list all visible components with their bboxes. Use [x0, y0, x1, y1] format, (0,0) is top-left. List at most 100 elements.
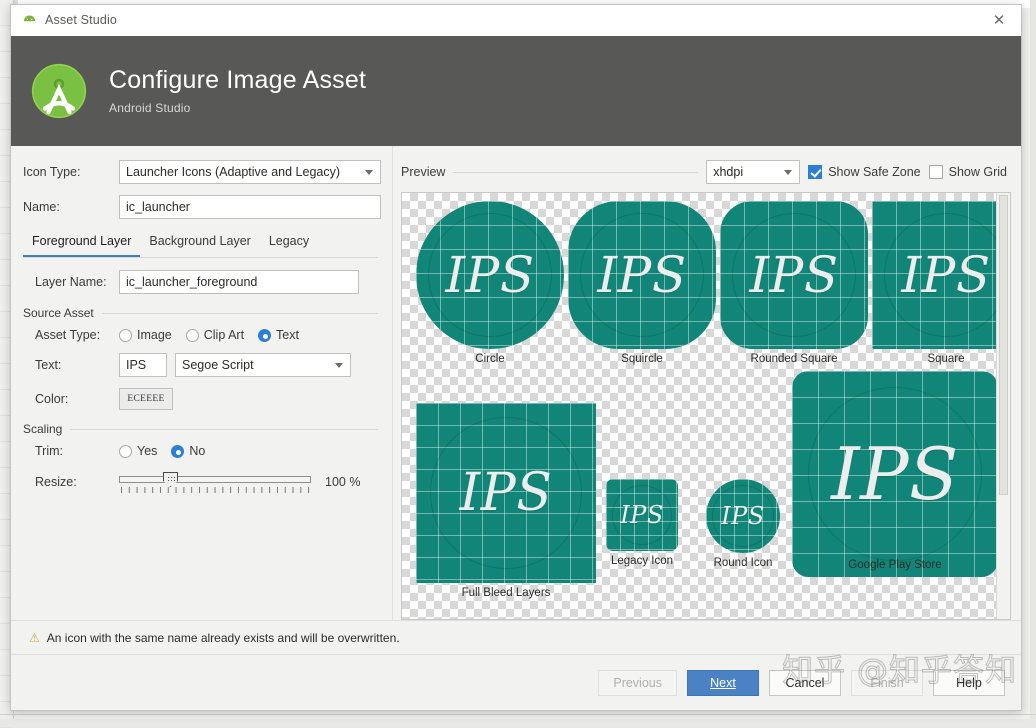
tile-caption: Circle: [416, 353, 564, 365]
preview-checkerboard: IPS Circle IPS Squircle: [402, 193, 996, 619]
color-swatch-button[interactable]: ECEEEE: [119, 388, 173, 410]
trim-label: Trim:: [23, 444, 119, 458]
color-value: ECEEEE: [127, 394, 164, 404]
group-divider: [102, 313, 378, 314]
text-input[interactable]: IPS: [119, 353, 167, 377]
previous-button[interactable]: Previous: [598, 670, 677, 696]
radio-dot-icon: [119, 329, 132, 342]
icon-text: IPS: [620, 501, 664, 529]
tab-background-layer[interactable]: Background Layer: [140, 230, 259, 257]
preview-tile-squircle[interactable]: IPS Squircle: [568, 201, 716, 349]
dialog-body: Icon Type: Launcher Icons (Adaptive and …: [11, 146, 1021, 620]
scrollbar-thumb[interactable]: [999, 195, 1008, 495]
icon-text: IPS: [597, 246, 686, 304]
name-row: Name: ic_launcher: [11, 195, 392, 219]
checkbox-icon: [929, 165, 943, 179]
radio-trim-no[interactable]: No: [171, 444, 205, 458]
radio-dot-icon: [119, 445, 132, 458]
radio-asset-type-text[interactable]: Text: [258, 328, 299, 342]
text-label: Text:: [23, 358, 119, 372]
preview-divider: [453, 172, 698, 173]
tabs-divider: [23, 257, 378, 258]
warning-triangle-icon: ⚠: [29, 631, 40, 645]
radio-dot-icon: [171, 445, 184, 458]
font-select[interactable]: Segoe Script: [175, 353, 351, 377]
preview-tile-full-bleed-layers[interactable]: IPS Full Bleed Layers: [416, 403, 596, 583]
next-button-label: Next: [710, 676, 736, 690]
show-safe-zone-checkbox[interactable]: Show Safe Zone: [808, 165, 920, 179]
color-row: Color: ECEEEE: [11, 388, 392, 410]
resize-row: Resize: 100 %: [11, 469, 392, 495]
icon-art: IPS: [416, 201, 564, 349]
slider-track[interactable]: [119, 476, 311, 483]
asset-studio-dialog: Asset Studio ✕ Configure Image Asset And…: [10, 4, 1022, 711]
dialog-footer: Previous Next Cancel Finish Help 知乎 @知乎答…: [11, 654, 1021, 710]
preview-scrollbar[interactable]: [996, 193, 1010, 619]
chevron-down-icon: [365, 170, 373, 175]
color-label: Color:: [23, 392, 119, 406]
layer-name-row: Layer Name: ic_launcher_foreground: [11, 270, 392, 294]
asset-type-row: Asset Type: Image Clip Art Text: [11, 328, 392, 342]
trim-radio-group: Yes No: [119, 444, 205, 458]
radio-label: Text: [276, 328, 299, 342]
icon-art: IPS: [416, 403, 596, 583]
radio-asset-type-image[interactable]: Image: [119, 328, 172, 342]
source-asset-group: Source Asset: [23, 306, 378, 320]
name-input[interactable]: ic_launcher: [119, 195, 381, 219]
tab-legacy[interactable]: Legacy: [260, 230, 318, 257]
scaling-group: Scaling: [23, 422, 378, 436]
preview-panel: Preview xhdpi Show Safe Zone Show Grid: [393, 146, 1021, 620]
layer-name-input[interactable]: ic_launcher_foreground: [119, 270, 359, 294]
preview-tile-round-icon[interactable]: IPS Round Icon: [706, 479, 780, 553]
help-button[interactable]: Help: [933, 670, 1005, 696]
warning-bar: ⚠ An icon with the same name already exi…: [11, 620, 1021, 654]
tile-caption: Legacy Icon: [606, 555, 678, 567]
layer-name-value: ic_launcher_foreground: [126, 275, 257, 289]
density-select[interactable]: xhdpi: [706, 160, 800, 184]
slider-thumb[interactable]: [163, 472, 178, 487]
layer-tabs: Foreground Layer Background Layer Legacy: [11, 230, 392, 257]
icon-type-select[interactable]: Launcher Icons (Adaptive and Legacy): [119, 160, 381, 184]
preview-tile-circle[interactable]: IPS Circle: [416, 201, 564, 349]
android-icon: [21, 12, 38, 29]
name-value: ic_launcher: [126, 200, 190, 214]
tile-caption: Google Play Store: [792, 559, 998, 571]
close-icon[interactable]: ✕: [977, 5, 1021, 36]
radio-label: No: [189, 444, 205, 458]
tile-caption: Squircle: [568, 353, 716, 365]
icon-type-value: Launcher Icons (Adaptive and Legacy): [126, 165, 340, 179]
icon-text: IPS: [831, 432, 959, 516]
page-subtitle: Android Studio: [109, 101, 366, 115]
icon-art: IPS: [792, 371, 998, 577]
resize-slider[interactable]: [119, 469, 311, 495]
group-divider: [70, 429, 378, 430]
preview-tile-legacy-icon[interactable]: IPS Legacy Icon: [606, 479, 678, 551]
preview-tile-rounded-square[interactable]: IPS Rounded Square: [720, 201, 868, 349]
preview-tile-square[interactable]: IPS Square: [872, 201, 1011, 349]
icon-type-label: Icon Type:: [23, 165, 119, 179]
finish-button[interactable]: Finish: [851, 670, 923, 696]
preview-tile-google-play-store[interactable]: IPS Google Play Store: [792, 371, 998, 577]
scaling-label: Scaling: [23, 422, 62, 436]
page-title: Configure Image Asset: [109, 67, 366, 95]
dialog-title-bar: Asset Studio ✕: [11, 5, 1021, 36]
resize-label: Resize:: [23, 475, 119, 489]
icon-art: IPS: [720, 201, 868, 349]
slider-ticks: [121, 487, 311, 493]
radio-label: Image: [137, 328, 172, 342]
font-value: Segoe Script: [182, 358, 254, 372]
radio-dot-icon: [258, 329, 271, 342]
tab-foreground-layer[interactable]: Foreground Layer: [23, 230, 140, 257]
next-button[interactable]: Next: [687, 670, 759, 696]
icon-art: IPS: [872, 201, 1011, 349]
cancel-button[interactable]: Cancel: [769, 670, 841, 696]
layer-name-label: Layer Name:: [23, 275, 119, 289]
density-value: xhdpi: [713, 165, 743, 179]
show-grid-checkbox[interactable]: Show Grid: [929, 165, 1007, 179]
ide-right-edge: [1030, 0, 1036, 719]
name-label: Name:: [23, 200, 119, 214]
resize-value: 100 %: [325, 475, 360, 489]
radio-asset-type-clip-art[interactable]: Clip Art: [186, 328, 244, 342]
chevron-down-icon: [335, 363, 343, 368]
radio-trim-yes[interactable]: Yes: [119, 444, 157, 458]
